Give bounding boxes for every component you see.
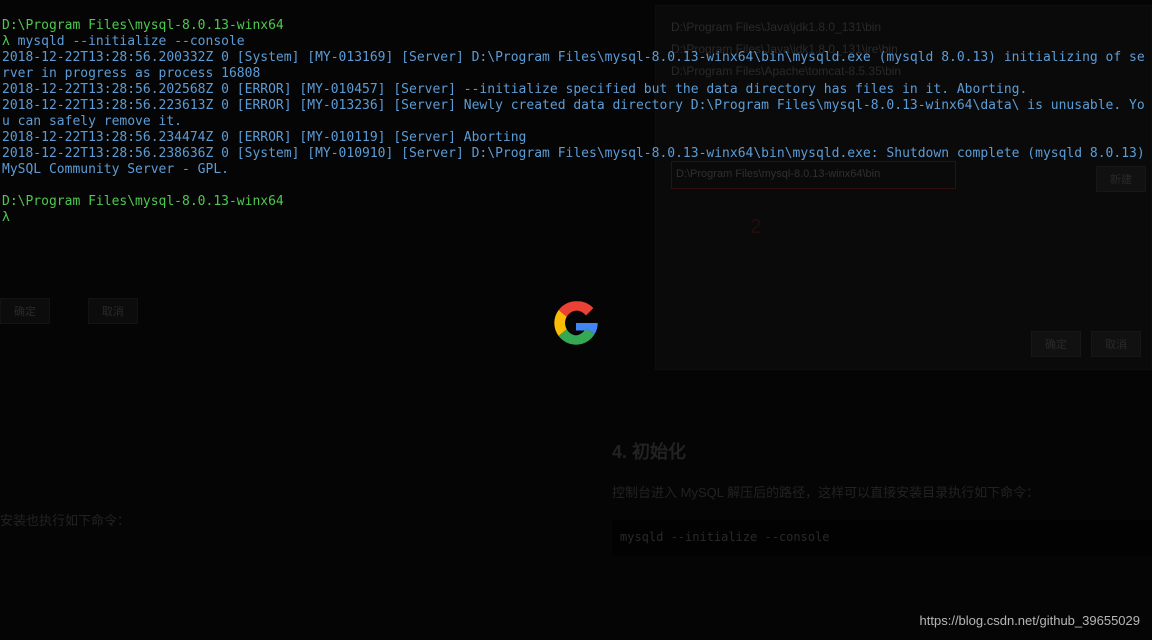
prompt-line: D:\Program Files\mysql-8.0.13-winx64 [2, 18, 1150, 34]
prompt-lambda: λ [2, 34, 10, 49]
prompt-path: D:\Program Files\mysql-8.0.13-winx64 [2, 18, 284, 33]
command-text: mysqld --initialize --console [18, 34, 245, 49]
terminal-output[interactable]: D:\Program Files\mysql-8.0.13-winx64 λ m… [0, 0, 1152, 228]
log-line: 2018-12-22T13:28:56.200332Z 0 [System] [… [2, 50, 1150, 82]
log-line: 2018-12-22T13:28:56.234474Z 0 [ERROR] [M… [2, 130, 1150, 146]
log-line: 2018-12-22T13:28:56.238636Z 0 [System] [… [2, 146, 1150, 178]
blank-line [2, 178, 1150, 194]
prompt-path: D:\Program Files\mysql-8.0.13-winx64 [2, 194, 284, 209]
watermark-text: https://blog.csdn.net/github_39655029 [920, 613, 1140, 628]
prompt-line: D:\Program Files\mysql-8.0.13-winx64 [2, 194, 1150, 210]
prompt-line: λ [2, 210, 1150, 226]
command-line: λ mysqld --initialize --console [2, 34, 1150, 50]
log-line: 2018-12-22T13:28:56.202568Z 0 [ERROR] [M… [2, 82, 1150, 98]
google-logo-icon [545, 292, 607, 354]
prompt-lambda: λ [2, 210, 10, 225]
log-line: 2018-12-22T13:28:56.223613Z 0 [ERROR] [M… [2, 98, 1150, 130]
